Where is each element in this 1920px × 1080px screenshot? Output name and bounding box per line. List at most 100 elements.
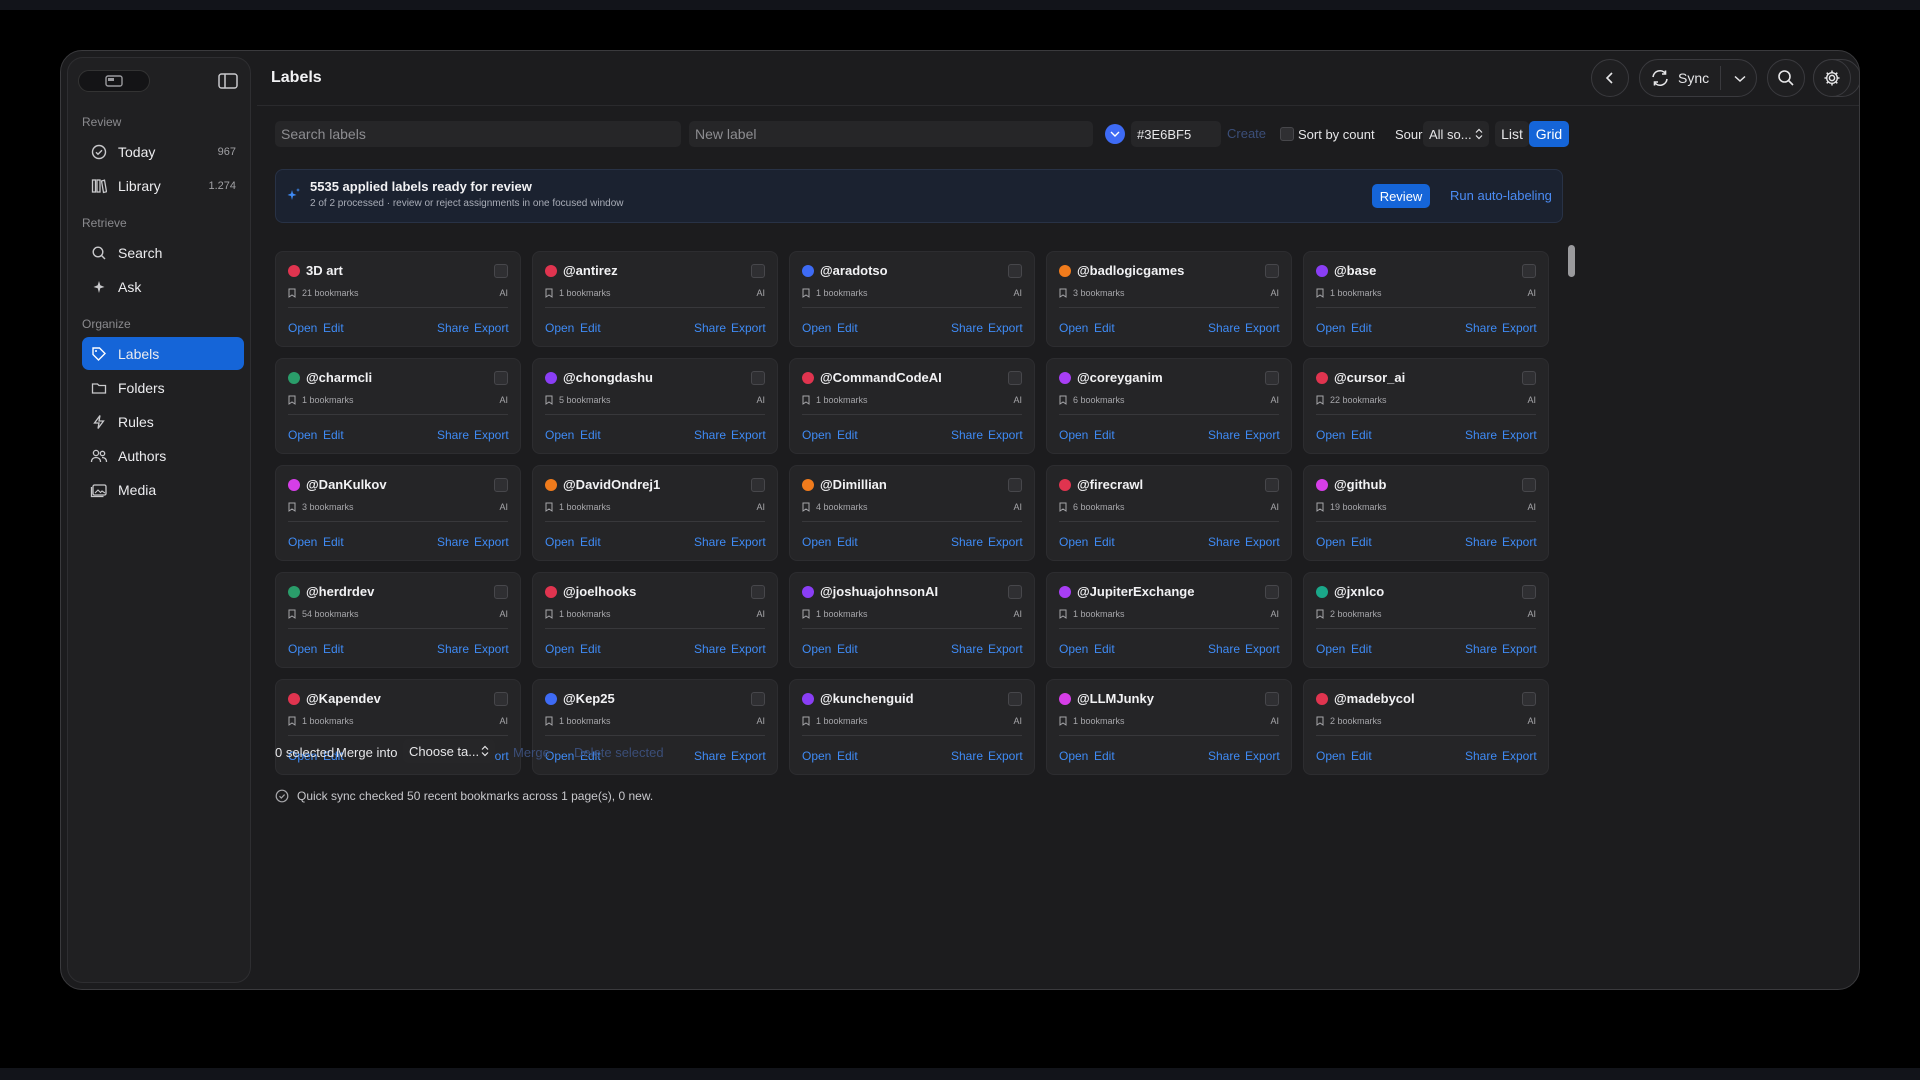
share-link[interactable]: Share (1208, 749, 1240, 763)
share-link[interactable]: Share (951, 642, 983, 656)
export-link[interactable]: Export (474, 642, 509, 656)
open-link[interactable]: Open (288, 321, 317, 335)
label-card[interactable]: @DavidOndrej1 1 bookmarks AI Open Edit S… (532, 465, 778, 561)
share-link[interactable]: Share (694, 535, 726, 549)
label-select-checkbox[interactable] (1265, 585, 1279, 599)
edit-link[interactable]: Edit (1094, 321, 1115, 335)
export-link[interactable]: Export (1245, 749, 1280, 763)
open-link[interactable]: Open (802, 749, 831, 763)
label-card[interactable]: @joshuajohnsonAI 1 bookmarks AI Open Edi… (789, 572, 1035, 668)
label-select-checkbox[interactable] (1522, 692, 1536, 706)
open-link[interactable]: Open (545, 428, 574, 442)
label-select-checkbox[interactable] (1008, 585, 1022, 599)
open-link[interactable]: Open (1059, 535, 1088, 549)
color-hex-field[interactable]: #3E6BF5 (1131, 121, 1221, 147)
label-select-checkbox[interactable] (751, 692, 765, 706)
share-link[interactable]: Share (951, 535, 983, 549)
label-card[interactable]: @chongdashu 5 bookmarks AI Open Edit Sha… (532, 358, 778, 454)
merge-button[interactable]: Merge (513, 745, 550, 760)
label-select-checkbox[interactable] (751, 478, 765, 492)
sync-button[interactable]: Sync (1639, 59, 1757, 97)
sidebar-item-media[interactable]: Media (82, 473, 244, 506)
open-link[interactable]: Open (545, 535, 574, 549)
label-card[interactable]: @JupiterExchange 1 bookmarks AI Open Edi… (1046, 572, 1292, 668)
open-link[interactable]: Open (545, 321, 574, 335)
label-select-checkbox[interactable] (1265, 478, 1279, 492)
label-card[interactable]: @Kep25 1 bookmarks AI Open Edit Share Ex… (532, 679, 778, 775)
export-link[interactable]: Export (731, 642, 766, 656)
edit-link[interactable]: Edit (1351, 535, 1372, 549)
edit-link[interactable]: Edit (837, 428, 858, 442)
label-card[interactable]: @joelhooks 1 bookmarks AI Open Edit Shar… (532, 572, 778, 668)
label-card[interactable]: @kunchenguid 1 bookmarks AI Open Edit Sh… (789, 679, 1035, 775)
label-card[interactable]: @madebycol 2 bookmarks AI Open Edit Shar… (1303, 679, 1549, 775)
share-link[interactable]: Share (437, 535, 469, 549)
label-card[interactable]: @DanKulkov 3 bookmarks AI Open Edit Shar… (275, 465, 521, 561)
label-select-checkbox[interactable] (1008, 478, 1022, 492)
sidebar-item-search[interactable]: Search (82, 236, 244, 269)
edit-link[interactable]: Edit (323, 642, 344, 656)
edit-link[interactable]: Edit (837, 642, 858, 656)
label-select-checkbox[interactable] (1265, 264, 1279, 278)
share-link[interactable]: Share (1465, 642, 1497, 656)
export-link[interactable]: Export (731, 321, 766, 335)
export-link[interactable]: Export (988, 749, 1023, 763)
label-card[interactable]: 3D art 21 bookmarks AI Open Edit Share E… (275, 251, 521, 347)
open-link[interactable]: Open (1316, 749, 1345, 763)
create-button[interactable]: Create (1227, 126, 1266, 141)
share-link[interactable]: Share (1208, 535, 1240, 549)
share-link[interactable]: Share (951, 428, 983, 442)
export-link[interactable]: Export (474, 428, 509, 442)
open-link[interactable]: Open (802, 321, 831, 335)
label-card[interactable]: @LLMJunky 1 bookmarks AI Open Edit Share… (1046, 679, 1292, 775)
edit-link[interactable]: Edit (580, 428, 601, 442)
share-link[interactable]: Share (694, 428, 726, 442)
share-link[interactable]: Share (1465, 535, 1497, 549)
merge-target-select[interactable]: Choose ta... (403, 739, 495, 763)
open-link[interactable]: Open (545, 642, 574, 656)
share-link[interactable]: Share (437, 321, 469, 335)
open-link[interactable]: Open (802, 535, 831, 549)
label-card[interactable]: @base 1 bookmarks AI Open Edit Share Exp… (1303, 251, 1549, 347)
export-link[interactable]: Export (1245, 321, 1280, 335)
label-select-checkbox[interactable] (1522, 371, 1536, 385)
sidebar-item-ask[interactable]: Ask (82, 270, 244, 303)
label-select-checkbox[interactable] (1008, 371, 1022, 385)
label-select-checkbox[interactable] (1522, 585, 1536, 599)
open-link[interactable]: Open (288, 535, 317, 549)
label-card[interactable]: @Dimillian 4 bookmarks AI Open Edit Shar… (789, 465, 1035, 561)
label-select-checkbox[interactable] (494, 371, 508, 385)
edit-link[interactable]: Edit (1094, 428, 1115, 442)
label-select-checkbox[interactable] (1265, 692, 1279, 706)
source-select[interactable]: All so... (1423, 121, 1489, 147)
edit-link[interactable]: Edit (1094, 535, 1115, 549)
export-link[interactable]: Export (731, 749, 766, 763)
export-link[interactable]: Export (1502, 428, 1537, 442)
edit-link[interactable]: Edit (580, 321, 601, 335)
open-link[interactable]: Open (1316, 535, 1345, 549)
label-select-checkbox[interactable] (1008, 692, 1022, 706)
open-link[interactable]: Open (1316, 428, 1345, 442)
sidebar-item-authors[interactable]: Authors (82, 439, 244, 472)
export-link[interactable]: Export (988, 642, 1023, 656)
share-link[interactable]: Share (951, 749, 983, 763)
export-link[interactable]: Export (1245, 535, 1280, 549)
open-link[interactable]: Open (288, 642, 317, 656)
back-button[interactable] (1591, 59, 1629, 97)
edit-link[interactable]: Edit (1351, 321, 1372, 335)
edit-link[interactable]: Edit (837, 321, 858, 335)
export-link[interactable]: Export (1245, 642, 1280, 656)
label-card[interactable]: @badlogicgames 3 bookmarks AI Open Edit … (1046, 251, 1292, 347)
search-button[interactable] (1767, 59, 1805, 97)
export-link[interactable]: Export (988, 535, 1023, 549)
label-card[interactable]: @aradotso 1 bookmarks AI Open Edit Share… (789, 251, 1035, 347)
edit-link[interactable]: Edit (323, 321, 344, 335)
label-card[interactable]: @CommandCodeAI 1 bookmarks AI Open Edit … (789, 358, 1035, 454)
run-auto-labeling-button[interactable]: Run auto-labeling (1450, 188, 1552, 203)
sidebar-item-rules[interactable]: Rules (82, 405, 244, 438)
edit-link[interactable]: Edit (323, 535, 344, 549)
share-link[interactable]: Share (694, 749, 726, 763)
export-link[interactable]: Export (1245, 428, 1280, 442)
delete-selected-button[interactable]: Delete selected (574, 745, 664, 760)
label-select-checkbox[interactable] (1265, 371, 1279, 385)
